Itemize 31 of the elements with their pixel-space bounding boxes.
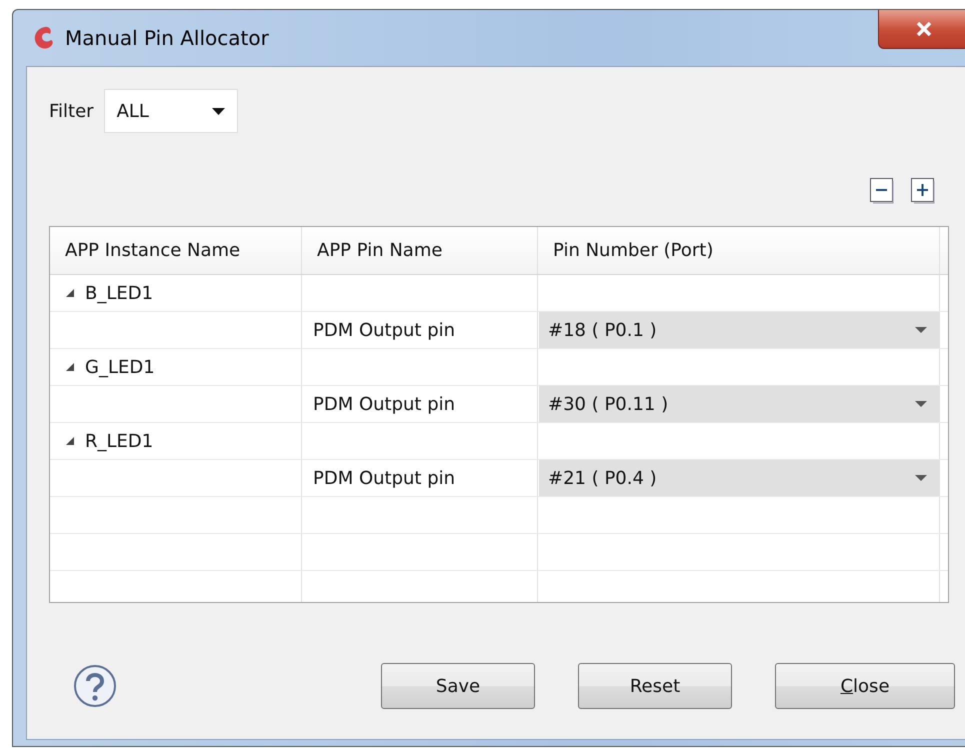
window-title: Manual Pin Allocator	[65, 26, 269, 50]
table-cell[interactable]: R_LED1	[50, 423, 302, 459]
dropdown-arrow-icon	[212, 108, 225, 114]
close-icon	[916, 22, 932, 36]
column-header[interactable]: Pin Number (Port)	[538, 227, 940, 274]
dialog-button[interactable]: Save	[381, 663, 535, 709]
filter-dropdown[interactable]: ALL	[104, 89, 238, 133]
expand-all-icon[interactable]	[910, 177, 937, 204]
pin-dropdown[interactable]: #18 ( P0.1 )	[539, 312, 940, 348]
dialog-button[interactable]: Close	[775, 663, 955, 709]
dropdown-arrow-icon	[915, 475, 927, 481]
pin-dropdown[interactable]: #21 ( P0.4 )	[539, 460, 940, 496]
dropdown-arrow-icon	[915, 327, 927, 333]
dropdown-arrow-icon	[915, 401, 927, 407]
filter-label: Filter	[49, 100, 94, 122]
dialog-button[interactable]: Reset	[578, 663, 732, 709]
expanded-triangle-icon[interactable]	[65, 288, 75, 298]
help-icon[interactable]	[73, 664, 117, 708]
app-logo-icon	[33, 26, 55, 50]
column-header[interactable]: APP Pin Name	[302, 227, 538, 274]
table-cell[interactable]: B_LED1	[50, 275, 302, 311]
table-cell: PDM Output pin	[302, 312, 538, 348]
column-header[interactable]: APP Instance Name	[50, 227, 302, 274]
close-button[interactable]	[878, 10, 965, 49]
collapse-all-icon[interactable]	[869, 177, 896, 204]
table-cell[interactable]: G_LED1	[50, 349, 302, 385]
table-cell: PDM Output pin	[302, 386, 538, 422]
pin-dropdown[interactable]: #30 ( P0.11 )	[539, 386, 940, 422]
expanded-triangle-icon[interactable]	[65, 362, 75, 372]
expanded-triangle-icon[interactable]	[65, 436, 75, 446]
table-cell: PDM Output pin	[302, 460, 538, 496]
